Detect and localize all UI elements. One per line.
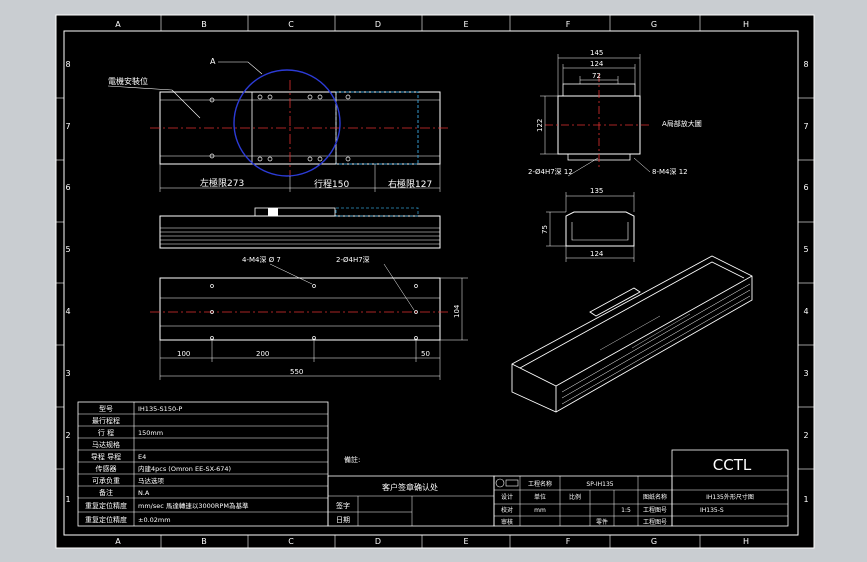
zone-row: 5 bbox=[65, 245, 70, 254]
note-screw-hole: 8-M4深 12 bbox=[652, 167, 688, 176]
dim-right-limit: 右極限127 bbox=[388, 178, 432, 190]
drawing-no: IH135-S bbox=[700, 507, 724, 514]
zone-row: 2 bbox=[803, 431, 808, 440]
dim-100: 100 bbox=[177, 350, 190, 358]
zone-col: C bbox=[288, 20, 294, 29]
zone-row: 4 bbox=[803, 307, 808, 316]
zone-col: A bbox=[115, 20, 121, 29]
spec-value: 内建4pcs (Omron EE-SX-674) bbox=[138, 464, 231, 473]
scale-value: 1:5 bbox=[621, 507, 631, 514]
remarks-label: 備註: bbox=[344, 455, 360, 464]
project-value: SP-IH135 bbox=[586, 481, 613, 488]
spec-label: 重复定位精度 bbox=[85, 515, 127, 524]
zone-row: 6 bbox=[65, 183, 70, 192]
dim-stroke: 行程150 bbox=[314, 178, 349, 190]
spec-label: 行 程 bbox=[98, 428, 114, 437]
mount-label: 電機安裝位 bbox=[108, 76, 148, 86]
drawing-name: IH135外形尺寸图 bbox=[706, 493, 754, 501]
zone-row: 7 bbox=[65, 122, 70, 131]
zone-col: H bbox=[743, 537, 749, 546]
dim-height-104: 104 bbox=[453, 304, 461, 318]
unit-value: mm bbox=[534, 507, 546, 514]
spec-value: ±0.02mm bbox=[138, 516, 171, 524]
zone-col: C bbox=[288, 537, 294, 546]
zone-row: 7 bbox=[803, 122, 808, 131]
spec-label: 马达规格 bbox=[92, 440, 120, 449]
zone-col: G bbox=[651, 537, 657, 546]
zone-col: E bbox=[463, 20, 468, 29]
dim-75: 75 bbox=[541, 225, 549, 234]
sign-label: 签字 bbox=[336, 501, 350, 510]
spec-value: 马达选项 bbox=[138, 476, 165, 485]
zone-col: B bbox=[201, 537, 207, 546]
zone-row: 2 bbox=[65, 431, 70, 440]
dim-124: 124 bbox=[590, 60, 604, 68]
zone-row: 8 bbox=[803, 60, 808, 69]
zone-row: 1 bbox=[65, 495, 70, 504]
project-label: 工程名称 bbox=[528, 480, 552, 488]
zone-col: G bbox=[651, 20, 657, 29]
zone-col: A bbox=[115, 537, 121, 546]
spec-label: 传感器 bbox=[96, 464, 117, 473]
drawn-label: 设计 bbox=[501, 493, 513, 501]
zone-col: B bbox=[201, 20, 207, 29]
part-label: 零件 bbox=[596, 518, 608, 526]
dim-50: 50 bbox=[421, 350, 430, 358]
hole-note-2: 2-Ø4H7深 bbox=[336, 255, 370, 264]
zone-row: 1 bbox=[803, 495, 808, 504]
drawing-label: 图纸名称 bbox=[643, 493, 667, 501]
dim-72: 72 bbox=[592, 72, 601, 80]
zone-row: 6 bbox=[803, 183, 808, 192]
zone-col: E bbox=[463, 537, 468, 546]
dim-124-bottom: 124 bbox=[590, 250, 604, 258]
zone-col: D bbox=[375, 20, 381, 29]
zone-col: H bbox=[743, 20, 749, 29]
company-name: CCTL bbox=[713, 456, 752, 474]
dim-200: 200 bbox=[256, 350, 269, 358]
spec-label: 型号 bbox=[99, 404, 113, 413]
date-label: 日期 bbox=[336, 516, 350, 524]
zone-col: F bbox=[566, 537, 571, 546]
confirm-title: 客户签章确认处 bbox=[382, 482, 438, 492]
hole-note-1: 4-M4深 Ø 7 bbox=[242, 255, 281, 264]
scale-label: 比例 bbox=[569, 493, 581, 501]
dim-145: 145 bbox=[590, 49, 603, 57]
drawing-sheet: A B C D E F G H A B C D E F G H 8 7 6 5 … bbox=[55, 14, 815, 549]
zone-row: 3 bbox=[803, 369, 808, 378]
spec-value: 150mm bbox=[138, 429, 163, 437]
note-pin-hole: 2-Ø4H7深 12 bbox=[528, 167, 573, 176]
spec-label: 可承负重 bbox=[92, 476, 120, 485]
dim-left-limit: 左極限273 bbox=[200, 177, 244, 189]
spec-label: 备注 bbox=[99, 488, 113, 497]
zone-col: F bbox=[566, 20, 571, 29]
zone-col: D bbox=[375, 537, 381, 546]
unit-label: 单位 bbox=[534, 493, 546, 501]
check-label: 校对 bbox=[501, 506, 513, 514]
spec-long-note: mm/sec 馬達轉速以3000RPM為基準 bbox=[138, 501, 249, 510]
drawing-no-label: 工程图号 bbox=[643, 506, 667, 514]
detail-a-label: A bbox=[210, 57, 216, 66]
zone-row: 3 bbox=[65, 369, 70, 378]
approve-label: 审核 bbox=[501, 518, 513, 526]
dim-135: 135 bbox=[590, 187, 603, 195]
dim-550: 550 bbox=[290, 368, 303, 376]
zone-row: 5 bbox=[803, 245, 808, 254]
spec-value: IH135-S150-P bbox=[138, 405, 182, 413]
spec-value: E4 bbox=[138, 453, 146, 461]
spec-value: N.A bbox=[138, 489, 150, 497]
zone-row: 8 bbox=[65, 60, 70, 69]
note-detail-a: A局部放大圖 bbox=[662, 119, 702, 128]
spec-label: 导程 导程 bbox=[91, 452, 121, 461]
spec-label: 重复定位精度 bbox=[85, 501, 127, 510]
drawing-no-label-2: 工程图号 bbox=[643, 518, 667, 526]
zone-row: 4 bbox=[65, 307, 70, 316]
dim-122: 122 bbox=[536, 119, 544, 132]
spec-label: 最行程程 bbox=[92, 416, 120, 425]
